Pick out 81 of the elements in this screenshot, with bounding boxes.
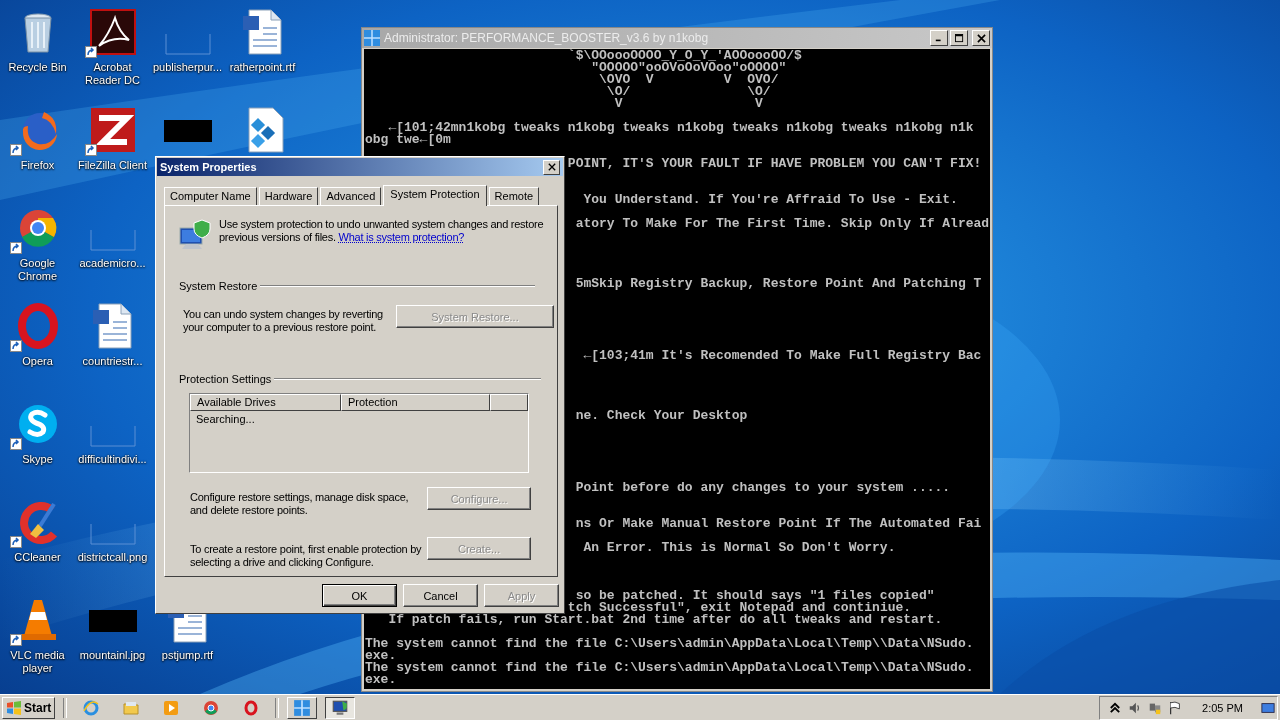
flag-icon[interactable]: [1168, 700, 1183, 715]
console-line: The system cannot find the file C:\Users\admin\AppData\Local\Temp\\Data\NSudo.: [365, 638, 974, 650]
desktop-icon-label[interactable]: publisherpur...: [152, 61, 223, 74]
close-button[interactable]: [972, 30, 990, 46]
description-text: Configure restore settings, manage disk space, and delete restore points.: [190, 491, 410, 517]
desktop-icon-label[interactable]: countriestr...: [82, 355, 143, 368]
clock[interactable]: 2:05 PM: [1202, 701, 1243, 714]
console-line: exe.: [365, 674, 397, 686]
desktop-icon-label[interactable]: CCleaner: [14, 551, 61, 564]
column-header[interactable]: [490, 394, 528, 411]
intro-text: Use system protection to undo unwanted system changes and restore previous versions of files. What is system protection?: [219, 218, 544, 245]
console-line: ne. Check Your Desktop: [575, 410, 748, 422]
app-tile-icon[interactable]: [88, 106, 137, 154]
desktop-icon-label[interactable]: Firefox: [20, 159, 55, 172]
desktop-icon-label[interactable]: districtcall.png: [77, 551, 148, 564]
tab[interactable]: Hardware: [258, 187, 319, 205]
close-icon: [547, 163, 556, 171]
console-icon: [364, 30, 380, 46]
dialog-button[interactable]: OK: [322, 584, 397, 607]
desktop-icon-label[interactable]: Acrobat Reader DC: [77, 61, 148, 87]
chevron-up-icon[interactable]: [1108, 700, 1123, 715]
console-line: Point before do any changes to your system .....: [575, 482, 951, 494]
dialog-button[interactable]: Cancel: [403, 584, 478, 607]
window-grid-icon: [293, 698, 312, 717]
console-line: The system cannot find the file C:\Users\admin\AppData\Local\Temp\\Data\NSudo.: [365, 662, 974, 674]
windows-logo-icon: [6, 699, 22, 716]
desktop-icon-label[interactable]: Opera: [22, 355, 53, 368]
taskbar-button[interactable]: [325, 696, 356, 719]
description-text: You can undo system changes by reverting your computer to a previous restore point.: [183, 308, 384, 334]
tab[interactable]: Computer Name: [164, 187, 257, 205]
console-line: You Understand. If You're Affraid To Use - Exit.: [583, 194, 958, 206]
column-header[interactable]: Available Drives: [190, 394, 341, 411]
console-line: \OVO V V OVO/: [599, 74, 779, 86]
console-line: obg twe←[0m: [365, 134, 451, 146]
tab[interactable]: System Protection: [383, 185, 487, 206]
console-line: tch Successful", exit Notepad and continiue.: [567, 602, 912, 614]
console-line: 5mSkip Registry Backup, Restore Point And Patching T: [575, 278, 982, 290]
maximize-button[interactable]: [950, 30, 968, 46]
console-line: exe.: [365, 650, 397, 662]
help-link[interactable]: What is system protection?: [338, 231, 465, 243]
computer-shield-icon: [178, 218, 212, 250]
console-line: If patch fails, run Start.bat 2nd time after do all tweaks and restart.: [388, 614, 943, 626]
console-line: ←[101;42mn1kobg tweaks n1kobg tweaks n1kobg tweaks n1kobg tweaks n1kobg n1k: [388, 122, 974, 134]
console-line: V V: [614, 98, 763, 110]
console-line: ns Or Make Manual Restore Point If The Automated Fai: [575, 518, 982, 530]
close-button[interactable]: [543, 159, 560, 175]
group-heading: Protection Settings: [179, 373, 272, 385]
console-line: An Error. This is Normal So Don't Worry.: [583, 542, 896, 554]
browser-icon[interactable]: [203, 699, 220, 716]
desktop-icon-label[interactable]: Google Chrome: [2, 257, 73, 283]
status-text: Searching...: [196, 413, 255, 425]
tab[interactable]: Advanced: [320, 187, 382, 205]
console-line: \O/ \O/: [606, 86, 771, 98]
desktop-icon-label[interactable]: Recycle Bin: [8, 61, 67, 74]
tab[interactable]: Remote: [488, 187, 540, 205]
console-line: POINT, IT'S YOUR FAULT IF HAVE PROBLEM YOU CAN'T FIX!: [567, 158, 982, 170]
maximize-icon: [954, 33, 964, 43]
pdf-icon[interactable]: [88, 8, 137, 56]
dialog-title: System Properties: [160, 161, 257, 173]
column-header[interactable]: Protection: [341, 394, 490, 411]
desktop-icon-label[interactable]: ratherpoint.rtf: [229, 61, 296, 74]
description-text: To create a restore point, first enable protection by selecting a drive and clicking Configure.: [190, 543, 423, 569]
ring-icon[interactable]: [243, 699, 260, 716]
monitor-icon: [331, 698, 350, 717]
console-line: ←[103;41m It's Recomended To Make Full Registry Bac: [583, 350, 982, 362]
console-line: so be patched. It should says "1 files copied": [575, 590, 935, 602]
close-icon: [976, 33, 986, 43]
minimize-button[interactable]: [930, 30, 948, 46]
console-line: "OOOOO"ooOVoOoVOoo"oOOOO": [591, 62, 787, 74]
desktop-icon-label[interactable]: mountainl.jpg: [79, 649, 146, 662]
desktop-icon-label[interactable]: VLC media player: [2, 649, 73, 675]
desktop-icon-label[interactable]: difficultindivi...: [78, 453, 147, 466]
desktop-icon-label[interactable]: FileZilla Client: [77, 159, 148, 172]
show-desktop-icon[interactable]: [1261, 700, 1275, 715]
console-line: `$\OOoooOOOO_Y_O_Y_'AOOoooOO/$: [567, 50, 802, 62]
start-button[interactable]: Start: [2, 696, 56, 719]
desktop-icon-label[interactable]: academicro...: [79, 257, 146, 270]
desktop-icon-label[interactable]: pstjump.rtf: [161, 649, 214, 662]
group-heading: System Restore: [179, 280, 258, 292]
desktop-icon-label[interactable]: Skype: [22, 453, 53, 466]
console-line: atory To Make For The First Time. Skip Only If Alread: [575, 218, 990, 230]
